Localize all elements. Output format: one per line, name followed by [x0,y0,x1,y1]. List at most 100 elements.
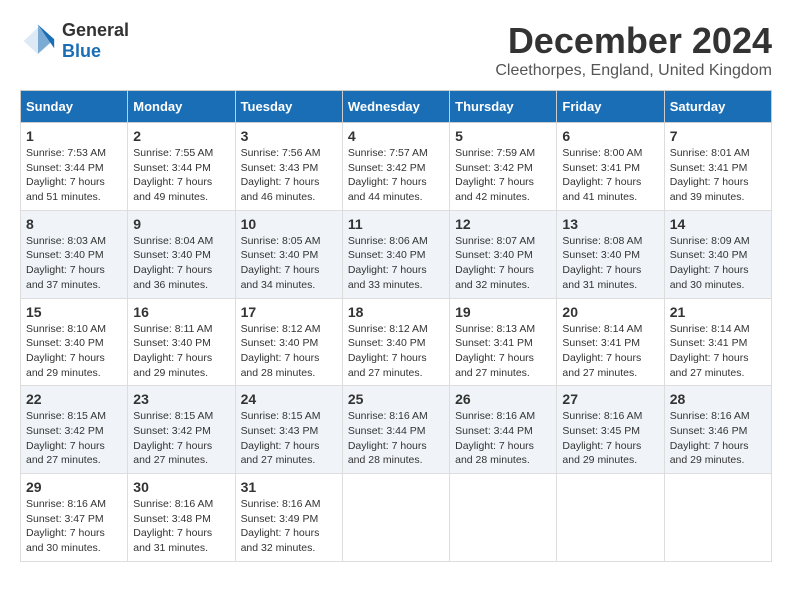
sunrise-text: Sunrise: 8:16 AM [241,497,337,512]
sunset-text: Sunset: 3:40 PM [241,336,337,351]
calendar-cell [342,474,449,562]
calendar-cell: 20 Sunrise: 8:14 AM Sunset: 3:41 PM Dayl… [557,298,664,386]
sunrise-text: Sunrise: 8:03 AM [26,234,122,249]
daylight-text: Daylight: 7 hours and 32 minutes. [455,263,551,292]
day-number: 3 [241,128,337,144]
sunset-text: Sunset: 3:40 PM [133,248,229,263]
daylight-text: Daylight: 7 hours and 44 minutes. [348,175,444,204]
weekday-header: Sunday [21,91,128,123]
daylight-text: Daylight: 7 hours and 27 minutes. [348,351,444,380]
sunset-text: Sunset: 3:40 PM [133,336,229,351]
weekday-header: Tuesday [235,91,342,123]
calendar-cell [557,474,664,562]
day-number: 28 [670,391,766,407]
daylight-text: Daylight: 7 hours and 29 minutes. [133,351,229,380]
calendar-cell: 9 Sunrise: 8:04 AM Sunset: 3:40 PM Dayli… [128,210,235,298]
sunrise-text: Sunrise: 8:16 AM [26,497,122,512]
sunset-text: Sunset: 3:41 PM [562,336,658,351]
logo-text: General Blue [62,20,129,62]
day-number: 26 [455,391,551,407]
calendar-cell: 8 Sunrise: 8:03 AM Sunset: 3:40 PM Dayli… [21,210,128,298]
sunrise-text: Sunrise: 8:14 AM [562,322,658,337]
sunrise-text: Sunrise: 8:11 AM [133,322,229,337]
sunrise-text: Sunrise: 8:16 AM [133,497,229,512]
calendar-cell: 18 Sunrise: 8:12 AM Sunset: 3:40 PM Dayl… [342,298,449,386]
sunset-text: Sunset: 3:46 PM [670,424,766,439]
sunset-text: Sunset: 3:43 PM [241,424,337,439]
calendar-cell: 7 Sunrise: 8:01 AM Sunset: 3:41 PM Dayli… [664,123,771,211]
sunset-text: Sunset: 3:42 PM [26,424,122,439]
daylight-text: Daylight: 7 hours and 28 minutes. [241,351,337,380]
calendar-week-row: 22 Sunrise: 8:15 AM Sunset: 3:42 PM Dayl… [21,386,772,474]
daylight-text: Daylight: 7 hours and 34 minutes. [241,263,337,292]
calendar-week-row: 1 Sunrise: 7:53 AM Sunset: 3:44 PM Dayli… [21,123,772,211]
sunrise-text: Sunrise: 8:04 AM [133,234,229,249]
sunrise-text: Sunrise: 8:16 AM [670,409,766,424]
header-row: SundayMondayTuesdayWednesdayThursdayFrid… [21,91,772,123]
weekday-header: Thursday [450,91,557,123]
daylight-text: Daylight: 7 hours and 46 minutes. [241,175,337,204]
sunset-text: Sunset: 3:47 PM [26,512,122,527]
day-number: 11 [348,216,444,232]
daylight-text: Daylight: 7 hours and 32 minutes. [241,526,337,555]
day-number: 7 [670,128,766,144]
daylight-text: Daylight: 7 hours and 27 minutes. [26,439,122,468]
sunrise-text: Sunrise: 7:55 AM [133,146,229,161]
header: General Blue December 2024 Cleethorpes, … [20,20,772,80]
daylight-text: Daylight: 7 hours and 27 minutes. [133,439,229,468]
sunrise-text: Sunrise: 7:57 AM [348,146,444,161]
location-title: Cleethorpes, England, United Kingdom [495,62,772,80]
sunset-text: Sunset: 3:42 PM [348,161,444,176]
sunrise-text: Sunrise: 8:15 AM [26,409,122,424]
daylight-text: Daylight: 7 hours and 31 minutes. [562,263,658,292]
calendar-cell: 2 Sunrise: 7:55 AM Sunset: 3:44 PM Dayli… [128,123,235,211]
day-number: 16 [133,304,229,320]
month-title: December 2024 [495,20,772,62]
calendar-cell: 3 Sunrise: 7:56 AM Sunset: 3:43 PM Dayli… [235,123,342,211]
calendar-cell: 1 Sunrise: 7:53 AM Sunset: 3:44 PM Dayli… [21,123,128,211]
calendar-week-row: 8 Sunrise: 8:03 AM Sunset: 3:40 PM Dayli… [21,210,772,298]
calendar-cell: 17 Sunrise: 8:12 AM Sunset: 3:40 PM Dayl… [235,298,342,386]
sunrise-text: Sunrise: 7:56 AM [241,146,337,161]
day-number: 14 [670,216,766,232]
day-number: 8 [26,216,122,232]
sunrise-text: Sunrise: 7:53 AM [26,146,122,161]
calendar-cell: 12 Sunrise: 8:07 AM Sunset: 3:40 PM Dayl… [450,210,557,298]
daylight-text: Daylight: 7 hours and 31 minutes. [133,526,229,555]
sunrise-text: Sunrise: 8:12 AM [241,322,337,337]
sunrise-text: Sunrise: 8:16 AM [562,409,658,424]
day-number: 15 [26,304,122,320]
calendar-cell: 4 Sunrise: 7:57 AM Sunset: 3:42 PM Dayli… [342,123,449,211]
day-number: 23 [133,391,229,407]
daylight-text: Daylight: 7 hours and 28 minutes. [348,439,444,468]
weekday-header: Wednesday [342,91,449,123]
sunset-text: Sunset: 3:40 PM [26,336,122,351]
sunset-text: Sunset: 3:41 PM [562,161,658,176]
sunrise-text: Sunrise: 8:07 AM [455,234,551,249]
day-number: 29 [26,479,122,495]
daylight-text: Daylight: 7 hours and 28 minutes. [455,439,551,468]
day-number: 22 [26,391,122,407]
logo-icon [20,23,56,59]
day-number: 20 [562,304,658,320]
calendar-week-row: 29 Sunrise: 8:16 AM Sunset: 3:47 PM Dayl… [21,474,772,562]
calendar-cell: 25 Sunrise: 8:16 AM Sunset: 3:44 PM Dayl… [342,386,449,474]
calendar-cell: 28 Sunrise: 8:16 AM Sunset: 3:46 PM Dayl… [664,386,771,474]
sunset-text: Sunset: 3:40 PM [562,248,658,263]
daylight-text: Daylight: 7 hours and 33 minutes. [348,263,444,292]
calendar-cell: 5 Sunrise: 7:59 AM Sunset: 3:42 PM Dayli… [450,123,557,211]
logo-blue: Blue [62,41,101,61]
daylight-text: Daylight: 7 hours and 27 minutes. [670,351,766,380]
day-number: 24 [241,391,337,407]
calendar-cell: 22 Sunrise: 8:15 AM Sunset: 3:42 PM Dayl… [21,386,128,474]
sunrise-text: Sunrise: 8:09 AM [670,234,766,249]
day-number: 6 [562,128,658,144]
day-number: 5 [455,128,551,144]
weekday-header: Friday [557,91,664,123]
weekday-header: Monday [128,91,235,123]
daylight-text: Daylight: 7 hours and 29 minutes. [670,439,766,468]
day-number: 18 [348,304,444,320]
daylight-text: Daylight: 7 hours and 30 minutes. [26,526,122,555]
daylight-text: Daylight: 7 hours and 27 minutes. [241,439,337,468]
sunrise-text: Sunrise: 8:15 AM [133,409,229,424]
